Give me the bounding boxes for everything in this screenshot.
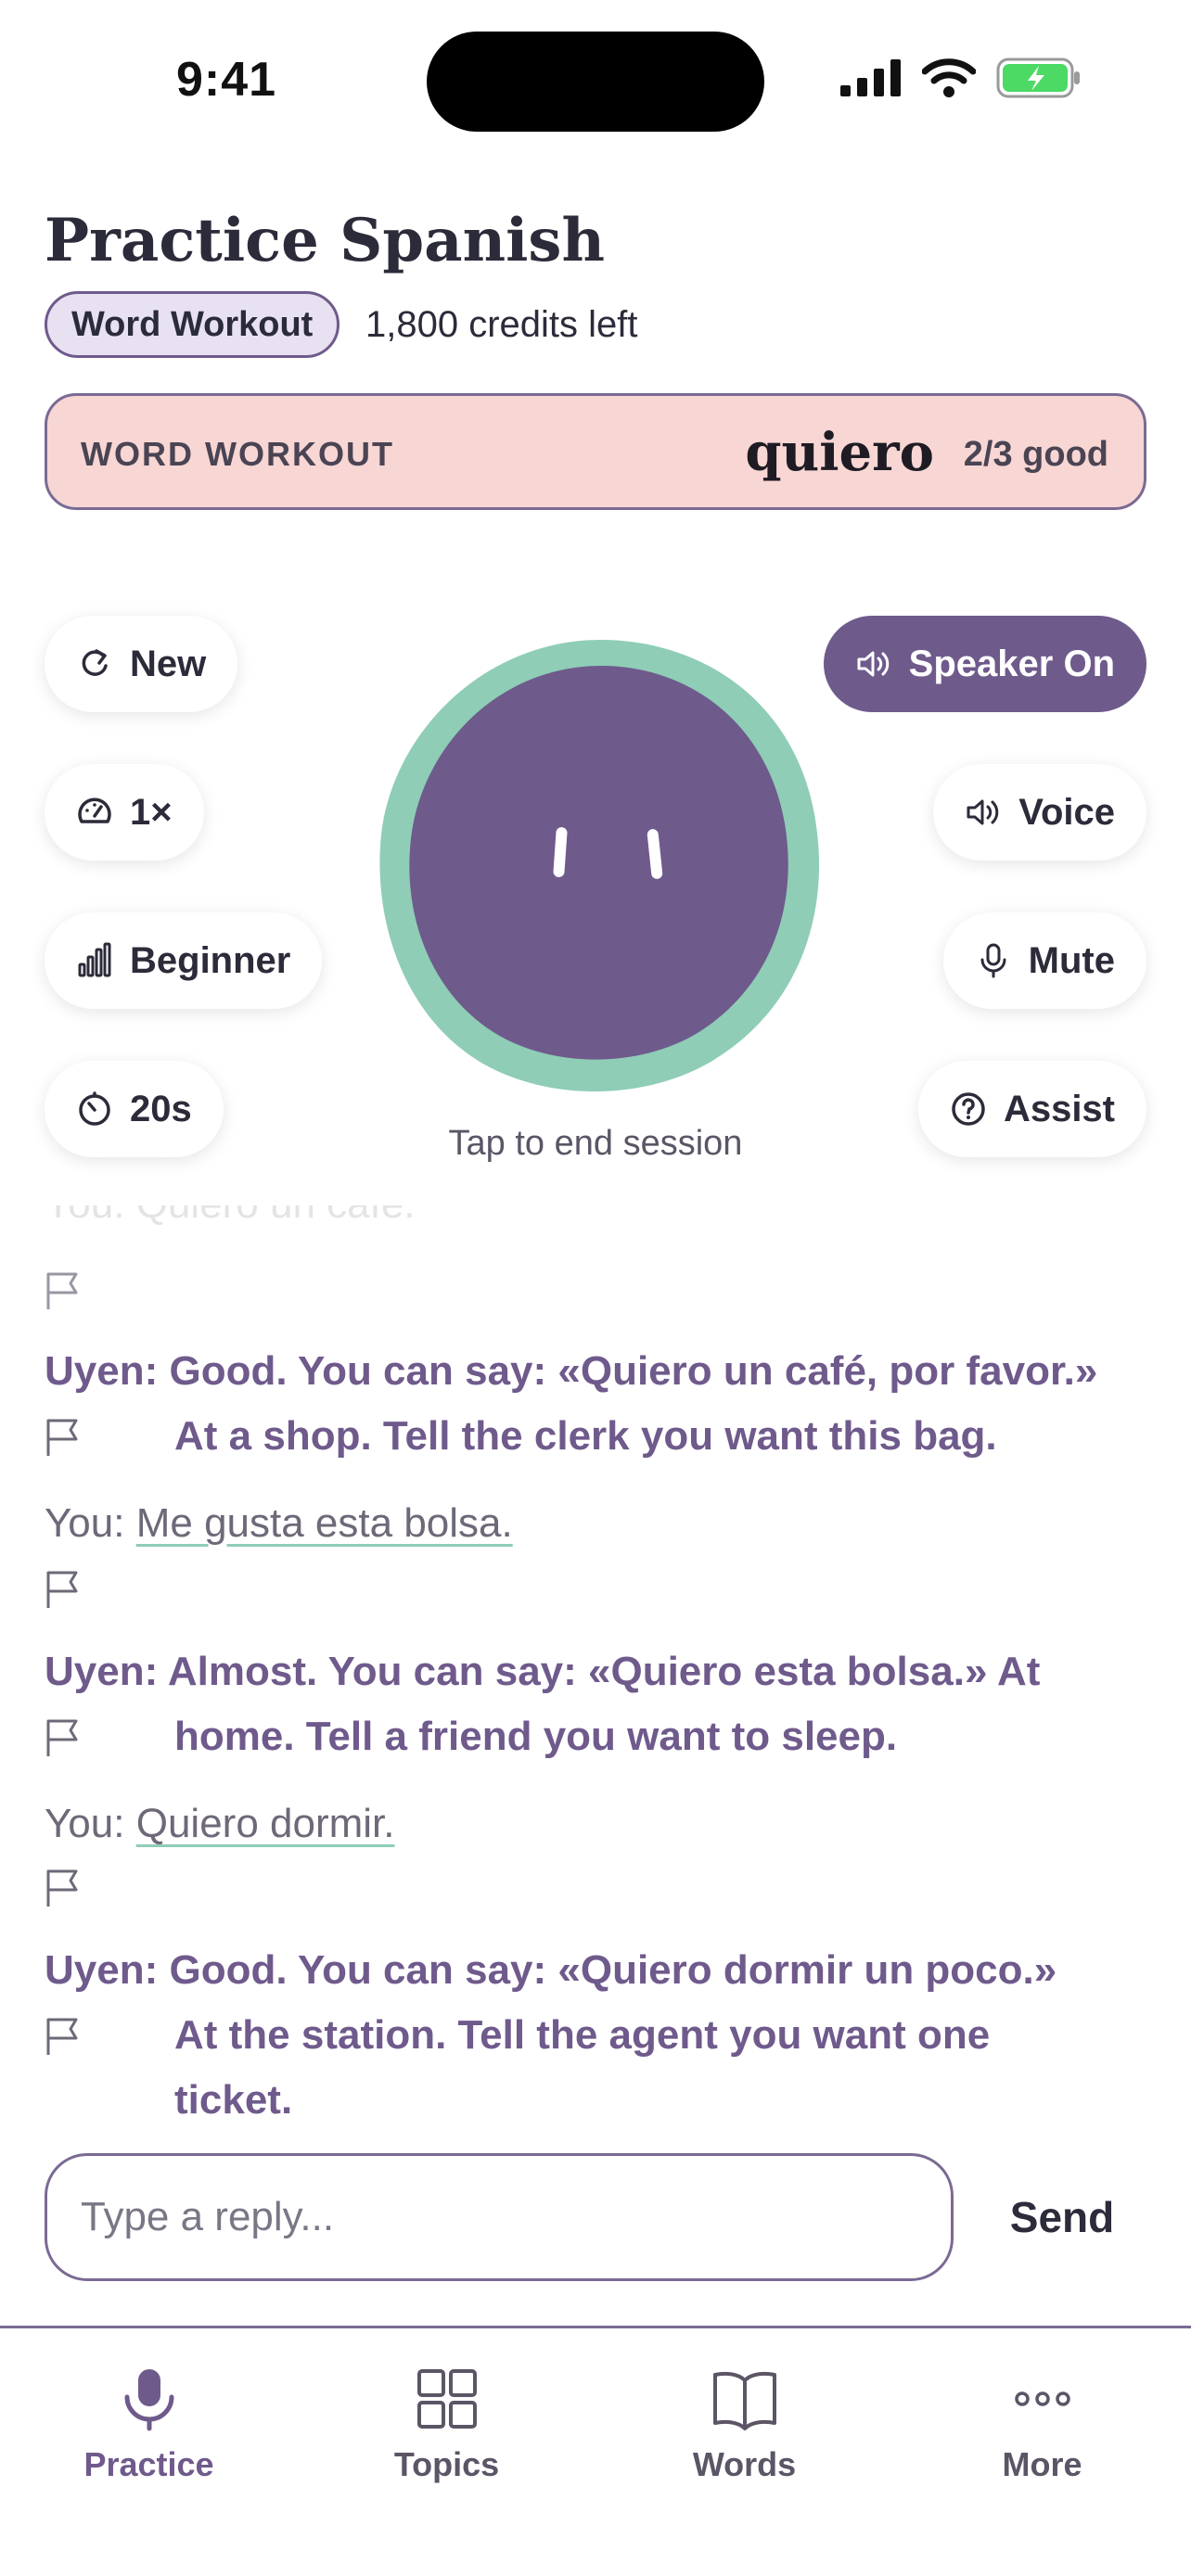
message-line: You: Me gusta esta bolsa. — [45, 1491, 1158, 1556]
bar-chart-icon — [78, 942, 111, 977]
flag-icon[interactable] — [45, 1868, 82, 1908]
grid-icon — [416, 2369, 477, 2429]
status-time: 9:41 — [176, 53, 277, 107]
target-word: quiero — [745, 422, 934, 483]
wifi-icon — [922, 58, 976, 97]
tab-label: Topics — [393, 2445, 500, 2483]
speaker-icon — [857, 651, 889, 677]
speed-button[interactable]: 1× — [45, 764, 204, 861]
tab-label: More — [1002, 2445, 1082, 2483]
flag-icon[interactable] — [45, 1417, 82, 1458]
speedometer-icon — [78, 797, 111, 823]
message-line: ticket. — [174, 2077, 293, 2123]
transcript-message-ai: Uyen: Almost. You can say: «Quiero esta … — [45, 1639, 1158, 1769]
level-button[interactable]: Beginner — [45, 912, 323, 1009]
speaker-toggle-button[interactable]: Speaker On — [823, 616, 1146, 712]
message-line: You: Quiero dormir. — [45, 1792, 1158, 1856]
send-button[interactable]: Send — [983, 2153, 1141, 2281]
cellular-signal-icon — [840, 59, 901, 96]
flag-icon[interactable] — [45, 1717, 82, 1758]
message-text: You: Quiero un café. — [45, 1205, 416, 1227]
session-hint: Tap to end session — [448, 1124, 743, 1163]
session-avatar[interactable] — [378, 638, 826, 1098]
status-icons — [840, 57, 1082, 98]
battery-charging-icon — [996, 57, 1080, 98]
avatar-face — [409, 665, 788, 1060]
tab-words[interactable]: Words — [596, 2366, 893, 2484]
speaker-name: You: — [45, 1801, 125, 1846]
transcript-message-ai: Uyen: Good. You can say: «Quiero dormir … — [45, 1938, 1158, 2133]
flag-icon[interactable] — [45, 2016, 82, 2057]
message-line: Uyen: Almost. You can say: «Quiero esta … — [45, 1639, 1158, 1704]
transcript-message-partial: You: Quiero un café. — [45, 1205, 1158, 1237]
tab-more[interactable]: More — [893, 2366, 1191, 2484]
flag-icon[interactable] — [45, 1569, 82, 1610]
tab-label: Practice — [83, 2445, 214, 2483]
tab-topics[interactable]: Topics — [298, 2366, 596, 2484]
word-workout-card: WORD WORKOUT quiero 2/3 good — [45, 393, 1146, 510]
microphone-icon — [980, 943, 1006, 978]
mode-badge[interactable]: Word Workout — [45, 291, 340, 358]
tab-bar: Practice Topics Words More — [0, 2326, 1191, 2576]
new-button[interactable]: New — [45, 616, 238, 712]
flag-icon[interactable] — [45, 1270, 82, 1311]
transcript-message-user: You: Me gusta esta bolsa. — [45, 1491, 1158, 1556]
reply-input[interactable] — [45, 2153, 954, 2281]
help-circle-icon — [952, 1092, 985, 1126]
page-title: Practice Spanish — [45, 206, 605, 275]
mute-button-label: Mute — [1028, 939, 1115, 981]
speaker-name: You: — [45, 1500, 125, 1546]
transcript-message-user: You: Quiero dormir. — [45, 1792, 1158, 1856]
tab-practice[interactable]: Practice — [0, 2366, 298, 2484]
timer-icon — [79, 1091, 110, 1126]
status-bar: 9:41 — [0, 0, 1191, 148]
mic-icon — [124, 2369, 173, 2431]
mute-button[interactable]: Mute — [942, 912, 1146, 1009]
speaker-toggle-label: Speaker On — [908, 643, 1115, 684]
speed-button-label: 1× — [130, 791, 173, 833]
speaker-name: Uyen: — [45, 1348, 159, 1394]
speaker-name: Uyen: — [45, 1947, 159, 1993]
message-text: Good. You can say: «Quiero un café, por … — [169, 1348, 1098, 1394]
new-button-label: New — [130, 643, 207, 684]
level-button-label: Beginner — [130, 939, 291, 981]
voice-button[interactable]: Voice — [933, 764, 1146, 861]
message-line: At a shop. Tell the clerk you want this … — [174, 1413, 997, 1459]
tab-label: Words — [692, 2445, 797, 2483]
dynamic-island — [427, 32, 764, 132]
message-text: Almost. You can say: «Quiero esta bolsa.… — [167, 1649, 1041, 1694]
message-line: Uyen: Good. You can say: «Quiero un café… — [45, 1339, 1158, 1404]
credits-remaining: 1,800 credits left — [365, 304, 638, 345]
refresh-icon — [82, 649, 108, 676]
speaker-name: Uyen: — [45, 1649, 159, 1694]
transcript-message-ai: Uyen: Good. You can say: «Quiero un café… — [45, 1339, 1158, 1469]
transcript[interactable]: You: Quiero un café. Uyen: Good. You can… — [45, 1205, 1158, 2133]
speaker-icon — [967, 799, 999, 825]
message-line: home. Tell a friend you want to sleep. — [174, 1714, 898, 1759]
message-text: Me gusta esta bolsa. — [135, 1500, 513, 1546]
workout-label: WORD WORKOUT — [81, 435, 394, 473]
message-text: Good. You can say: «Quiero dormir un poc… — [169, 1947, 1057, 1993]
message-text: Quiero dormir. — [135, 1801, 395, 1846]
workout-score: 2/3 good — [963, 435, 1108, 474]
voice-button-label: Voice — [1018, 791, 1115, 833]
more-icon — [1014, 2391, 1070, 2406]
message-line: Uyen: Good. You can say: «Quiero dormir … — [45, 1938, 1158, 2003]
book-icon — [712, 2371, 776, 2430]
message-line: At the station. Tell the agent you want … — [174, 2012, 991, 2058]
